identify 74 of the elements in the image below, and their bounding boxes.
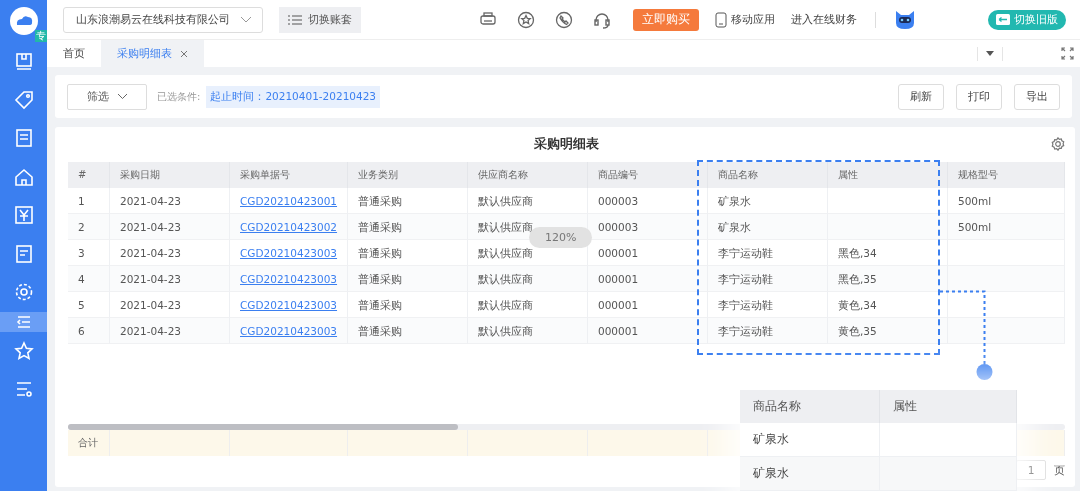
table-cell: 500ml [948,214,1065,240]
table-cell: 默认供应商 [468,318,588,344]
phone-device-icon [715,11,727,28]
filter-dropdown[interactable]: 筛选 [67,83,147,110]
table-cell: 2021-04-23 [110,214,230,240]
table-cell: 000001 [588,318,708,344]
table-cell: 黑色,35 [828,266,948,292]
company-select[interactable]: 山东浪潮易云在线科技有限公司 [63,6,263,33]
mobile-app-link[interactable]: 移动应用 [715,11,775,28]
chevron-icon [240,15,252,24]
column-header: 供应商名称 [468,162,588,188]
close-icon[interactable] [180,49,188,58]
phone-icon[interactable] [555,10,573,29]
column-header: 规格型号 [948,162,1065,188]
settings-icon[interactable] [1051,137,1065,151]
condition-tag: 起止时间：20210401-20210423 [206,85,381,108]
table-cell: 黄色,35 [828,318,948,344]
list-icon [288,14,302,25]
column-header: 属性 [880,390,1017,423]
report-title: 采购明细表 [534,136,599,153]
table-cell: 普通采购 [348,266,468,292]
table-cell: 李宁运动鞋 [708,266,828,292]
order-number-link[interactable]: CGD20210423003 [240,247,338,259]
table-cell: 2021-04-23 [110,266,230,292]
column-header: 采购日期 [110,162,230,188]
settings-icon[interactable] [13,282,34,303]
online-finance-link[interactable]: 进入在线财务 [791,12,857,27]
document-icon[interactable] [13,128,34,149]
column-header: 商品名称 [740,390,880,423]
table-cell: 4 [68,266,110,292]
total-label: 合计 [68,430,110,456]
table-cell: 2021-04-23 [110,318,230,344]
star-circle-icon[interactable] [517,10,535,29]
buy-now-button[interactable]: 立即购买 [633,8,699,31]
page-tab[interactable]: 采购明细表 [101,40,204,67]
horizontal-scrollbar[interactable] [68,424,458,430]
table-cell: 000001 [588,266,708,292]
order-number-link[interactable]: CGD20210423001 [240,195,338,207]
toolbar-button[interactable]: 刷新 [898,83,944,110]
column-header: 商品编号 [588,162,708,188]
toolbar-button[interactable]: 打印 [956,83,1002,110]
table-cell: 默认供应商 [468,266,588,292]
yen-icon[interactable] [13,205,34,226]
table-cell: 000003 [588,214,708,240]
star-icon[interactable] [13,340,34,361]
fullscreen-icon[interactable] [1061,47,1074,60]
page-input[interactable]: 1 [1016,460,1046,480]
back-arrow-icon [996,14,1010,25]
conditions-label: 已选条件: [157,89,201,104]
switch-old-version-button[interactable]: 切换旧版 [988,9,1066,30]
table-cell: 2 [68,214,110,240]
note-icon[interactable] [13,243,34,264]
table-cell: 6 [68,318,110,344]
chevron-icon [116,93,128,100]
column-header: 属性 [828,162,948,188]
table-cell: 普通采购 [348,214,468,240]
pro-badge: 专 [35,30,47,42]
tag-icon[interactable] [13,89,34,110]
column-header: # [68,162,110,188]
house-icon[interactable] [13,166,34,187]
table-cell: 矿泉水 [740,457,880,491]
column-header: 采购单据号 [230,162,348,188]
toolbar-button[interactable]: 导出 [1014,83,1060,110]
switch-account-button[interactable]: 切换账套 [279,6,361,33]
page-unit: 页 [1054,462,1065,478]
headset-icon[interactable] [593,10,611,29]
order-number-link[interactable]: CGD20210423003 [240,299,338,311]
dropdown-caret-icon[interactable] [986,51,994,56]
table-cell: 李宁运动鞋 [708,318,828,344]
column-header: 业务类别 [348,162,468,188]
table-cell: 普通采购 [348,318,468,344]
box-icon[interactable] [13,51,34,72]
table-cell: 矿泉水 [708,214,828,240]
column-header: 商品名称 [708,162,828,188]
